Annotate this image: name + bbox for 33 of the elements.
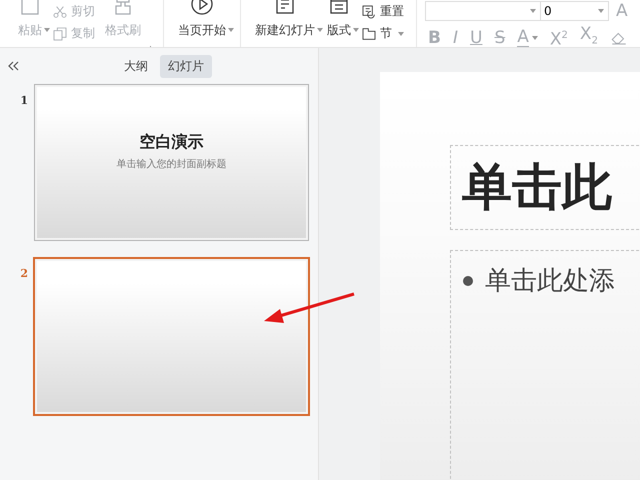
slide-thumbnail[interactable] — [33, 257, 310, 416]
font-name-field[interactable] — [425, 1, 541, 21]
font-size-field[interactable]: 0 — [541, 1, 609, 21]
slide-thumbnail[interactable]: 空白演示 单击输入您的封面副标题 — [34, 84, 309, 241]
toolbar-button[interactable]: 版式 — [321, 0, 357, 38]
caret-icon — [353, 28, 359, 32]
thumbnail-subtitle: 单击输入您的封面副标题 — [116, 158, 226, 171]
bullet-icon — [463, 276, 473, 286]
thumbnail-title: 空白演示 — [140, 132, 204, 153]
toolbar-button[interactable]: 节 — [361, 24, 404, 43]
scissors-icon — [52, 4, 68, 20]
section-icon — [361, 26, 377, 42]
caret-icon — [398, 32, 404, 36]
caret-icon — [532, 36, 538, 40]
body-placeholder[interactable]: 单击此处添 — [450, 250, 640, 480]
title-placeholder[interactable]: 单击此 — [450, 145, 640, 230]
caret-icon — [530, 9, 536, 13]
slide-number: 2 — [19, 267, 29, 280]
slide-number: 1 — [19, 94, 29, 107]
toolbar-button[interactable]: 新建幻灯片 — [249, 0, 321, 38]
reset-icon — [361, 4, 377, 20]
collapse-icon[interactable] — [7, 61, 19, 71]
toolbar-button[interactable]: 当页开始 — [172, 0, 232, 38]
title-placeholder-text: 单击此 — [462, 157, 612, 218]
caret-icon — [44, 28, 50, 32]
panel-tab[interactable]: 幻灯片 — [160, 54, 212, 78]
caret-icon — [598, 9, 604, 13]
toolbar-button[interactable]: 重置 — [361, 2, 404, 21]
body-placeholder-text: 单击此处添 — [485, 265, 615, 298]
panel-tab[interactable]: 大纲 — [116, 54, 156, 78]
copy-icon — [52, 26, 68, 42]
caret-icon — [228, 28, 234, 32]
caret-icon — [317, 28, 323, 32]
